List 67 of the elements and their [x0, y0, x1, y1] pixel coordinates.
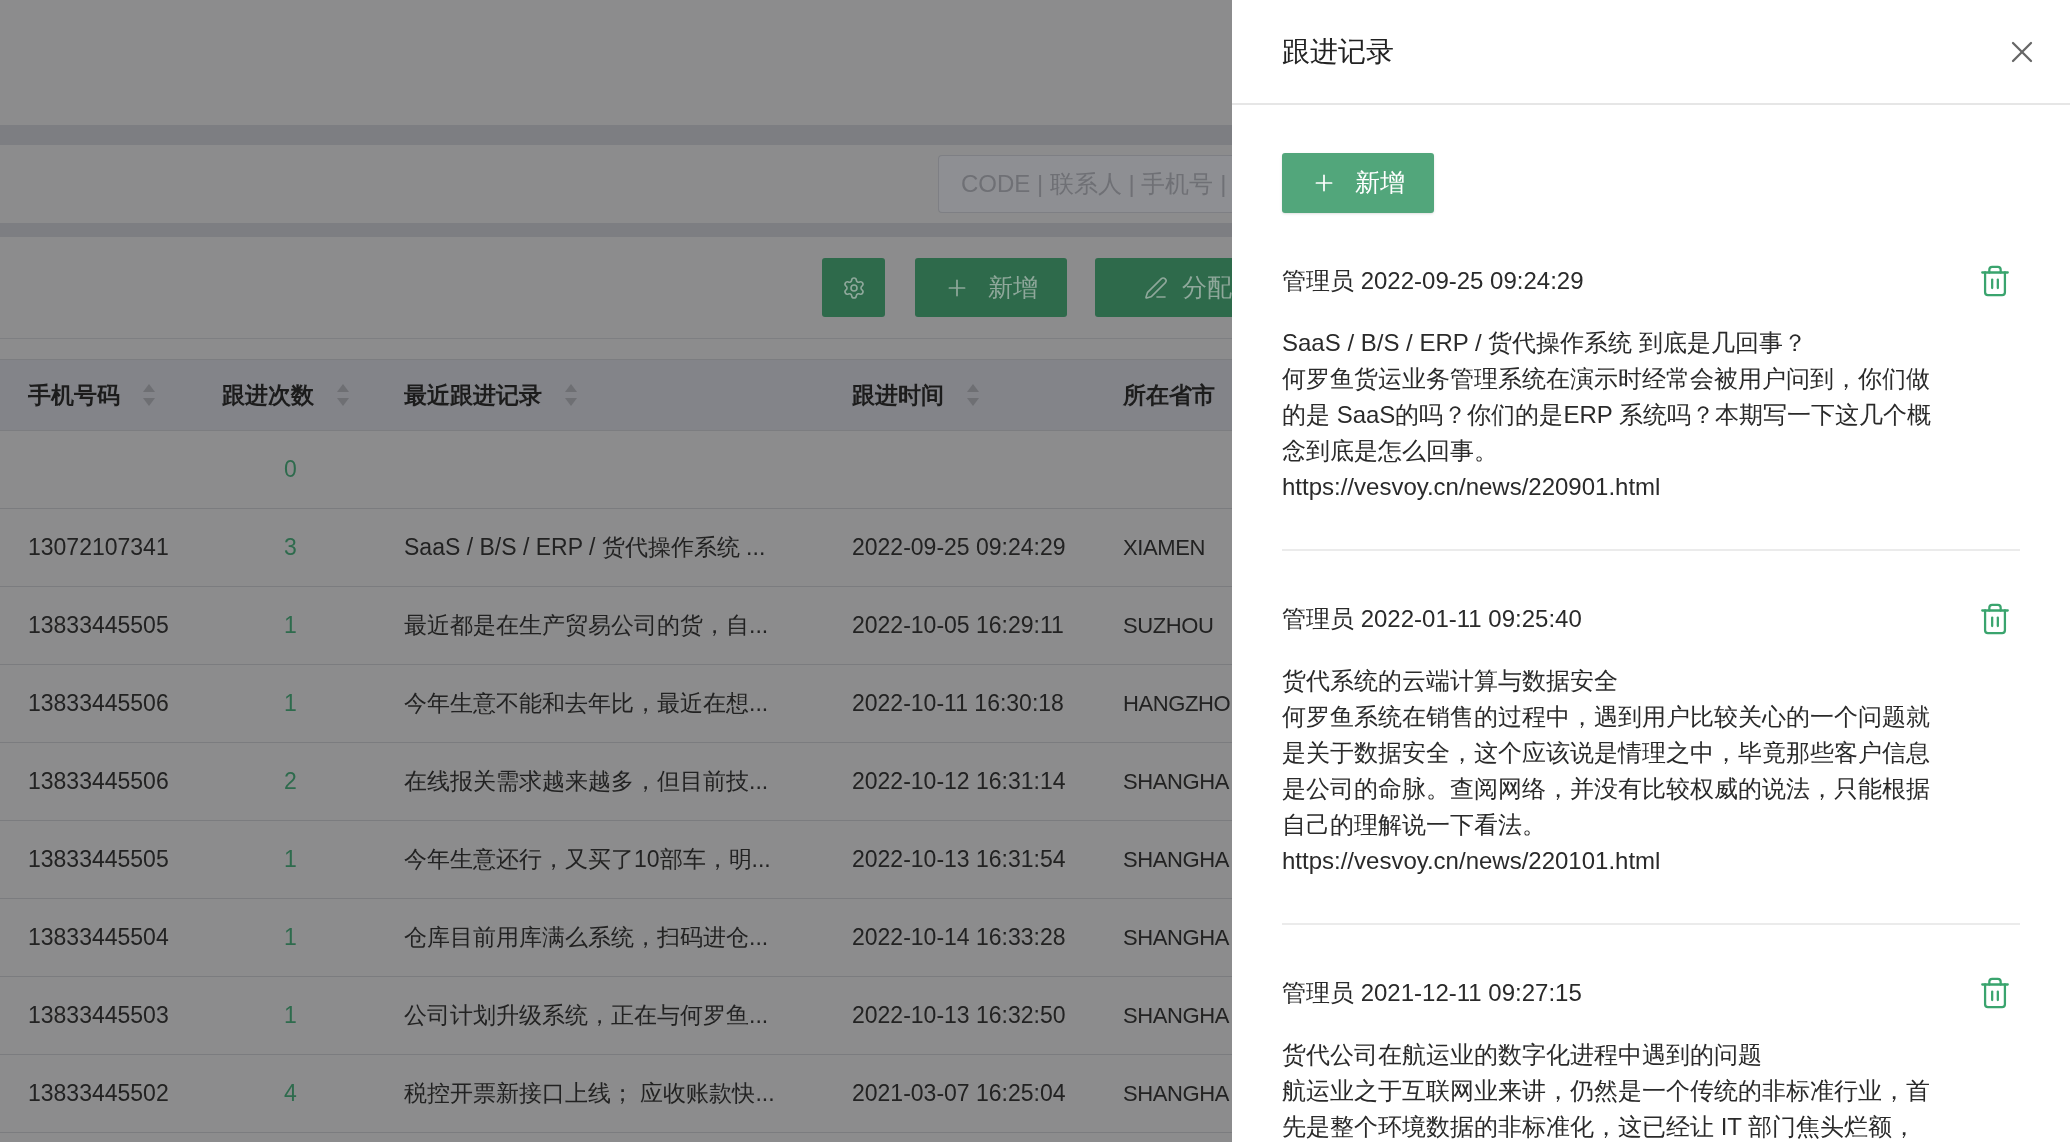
- record-cell: 公司计划升级系统，正在与何罗鱼...: [404, 1002, 769, 1029]
- city-cell: SHANGHA: [1123, 1003, 1229, 1029]
- phone-cell: 13833445506: [28, 768, 169, 795]
- city-cell: SHANGHA: [1123, 847, 1229, 873]
- city-cell: HANGZHO: [1123, 691, 1231, 717]
- phone-cell: 13833445503: [28, 1002, 169, 1029]
- trash-icon[interactable]: [1978, 602, 2012, 636]
- record-cell: 今年生意还行，又买了10部车，明...: [404, 846, 771, 873]
- count-cell: 1: [284, 612, 297, 639]
- column-header: 所在省市: [1123, 380, 1215, 410]
- column-header: 最近跟进记录: [404, 380, 542, 410]
- trash-icon[interactable]: [1978, 264, 2012, 298]
- phone-cell: 13833445505: [28, 612, 169, 639]
- record-cell: 在线报关需求越来越多，但目前技...: [404, 768, 769, 795]
- phone-cell: 13072107341: [28, 534, 169, 561]
- phone-cell: 13833445506: [28, 690, 169, 717]
- settings-icon: [841, 275, 866, 300]
- trash-icon[interactable]: [1978, 976, 2012, 1010]
- add-button[interactable]: 新增: [1282, 153, 1434, 213]
- record-author-time: 管理员 2022-09-25 09:24:29: [1282, 266, 1584, 296]
- city-cell: SUZHOU: [1123, 613, 1214, 639]
- record-cell: 最近都是在生产贸易公司的货，自...: [404, 612, 769, 639]
- time-cell: 2022-10-11 16:30:18: [852, 690, 1064, 717]
- add-button[interactable]: 新增: [915, 258, 1067, 317]
- record-headline: 货代公司在航运业的数字化进程中遇到的问题: [1282, 1040, 1763, 1070]
- time-cell: 2022-10-13 16:31:54: [852, 846, 1066, 873]
- phone-cell: 13833445502: [28, 1080, 169, 1107]
- settings-button[interactable]: [822, 258, 885, 317]
- count-cell: 0: [284, 456, 297, 483]
- record-cell: 今年生意不能和去年比，最近在想...: [404, 690, 769, 717]
- record-link[interactable]: https://vesvoy.cn/news/220101.html: [1282, 843, 1661, 879]
- record-headline: SaaS / B/S / ERP / 货代操作系统 到底是几回事？: [1282, 328, 1808, 358]
- time-cell: 2021-03-07 16:25:04: [852, 1080, 1066, 1107]
- city-cell: SHANGHA: [1123, 1081, 1229, 1107]
- time-cell: 2022-10-12 16:31:14: [852, 768, 1066, 795]
- record-text: 何罗鱼货运业务管理系统在演示时经常会被用户问到，你们做的是 SaaS的吗？你们的是ERP 系统吗？本期写一下这几个概念到底是怎么回事。: [1282, 364, 1932, 466]
- record-text: 何罗鱼系统在销售的过程中，遇到用户比较关心的一个问题就是关于数据安全，这个应该说是情理之中，毕竟那些客户信息是公司的命脉。查阅网络，并没有比较权威的说法，只能根据自己的理解说一下看法。: [1282, 702, 1931, 840]
- city-cell: XIAMEN: [1123, 535, 1205, 561]
- city-cell: SHANGHA: [1123, 925, 1229, 951]
- count-cell: 1: [284, 924, 297, 951]
- drawer-title: 跟进记录: [1282, 34, 1394, 69]
- count-cell: 1: [284, 690, 297, 717]
- column-header: 手机号码: [28, 380, 120, 410]
- count-cell: 2: [284, 768, 297, 795]
- count-cell: 3: [284, 534, 297, 561]
- phone-cell: 13833445504: [28, 924, 169, 951]
- record-cell: SaaS / B/S / ERP / 货代操作系统 ...: [404, 534, 766, 561]
- count-cell: 1: [284, 1002, 297, 1029]
- record-author-time: 管理员 2021-12-11 09:27:15: [1282, 978, 1582, 1008]
- time-cell: 2022-10-14 16:33:28: [852, 924, 1066, 951]
- city-cell: SHANGHA: [1123, 769, 1229, 795]
- assign-button[interactable]: 分配: [1095, 258, 1232, 317]
- time-cell: 2022-10-13 16:32:50: [852, 1002, 1066, 1029]
- count-cell: 4: [284, 1080, 297, 1107]
- record-text: 航运业之于互联网业来讲，仍然是一个传统的非标准行业，首先是整个环境数据的非标准化，这已经让 IT 部门焦头烂额，: [1282, 1076, 1931, 1142]
- phone-cell: 13833445505: [28, 846, 169, 873]
- record-headline: 货代系统的云端计算与数据安全: [1282, 666, 1619, 696]
- record-link[interactable]: https://vesvoy.cn/news/220901.html: [1282, 469, 1661, 505]
- column-header: 跟进时间: [852, 380, 944, 410]
- time-cell: 2022-09-25 09:24:29: [852, 534, 1066, 561]
- record-author-time: 管理员 2022-01-11 09:25:40: [1282, 604, 1582, 634]
- column-header: 跟进次数: [222, 380, 314, 410]
- record-cell: 仓库目前用库满么系统，扫码进仓...: [404, 924, 769, 951]
- record-cell: 税控开票新接口上线； 应收账款快...: [404, 1080, 775, 1107]
- count-cell: 1: [284, 846, 297, 873]
- time-cell: 2022-10-05 16:29:11: [852, 612, 1064, 639]
- pen-icon: [1144, 275, 1168, 300]
